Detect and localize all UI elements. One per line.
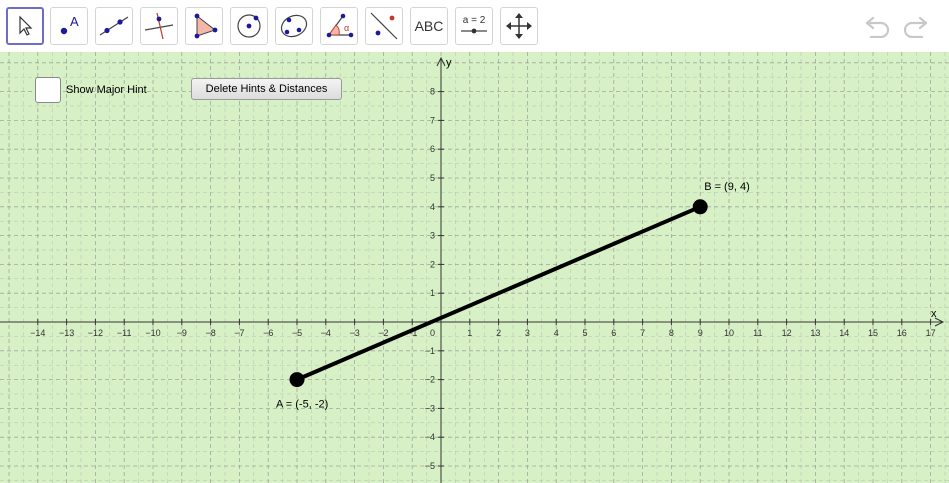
x-tick-label: −7 — [234, 328, 244, 338]
slider-icon: a = 2 — [461, 15, 487, 34]
angle-icon: α — [326, 13, 354, 38]
x-tick-label: 8 — [669, 328, 674, 338]
show-major-hint-label: Show Major Hint — [66, 84, 147, 96]
x-axis-label: x — [931, 308, 937, 320]
line-through-points-icon — [99, 16, 129, 36]
move-graphics-view-tool-button[interactable] — [500, 7, 538, 45]
point-tool-letter: A — [70, 14, 79, 29]
x-tick-label: 4 — [554, 328, 559, 338]
point-a — [289, 372, 305, 388]
x-tick-label: 12 — [782, 328, 792, 338]
point-a-label: A = (-5, -2) — [276, 399, 328, 411]
x-tick-label: 13 — [810, 328, 820, 338]
y-tick-label: 6 — [430, 144, 435, 154]
x-tick-label: 14 — [839, 328, 849, 338]
y-tick-label: 3 — [430, 231, 435, 241]
delete-hints-button[interactable]: Delete Hints & Distances — [191, 78, 342, 100]
y-tick-label: 2 — [430, 259, 435, 269]
y-tick-label: 8 — [430, 87, 435, 97]
x-tick-label: −14 — [30, 328, 45, 338]
y-tick-label: −5 — [425, 461, 435, 471]
show-major-hint-checkbox[interactable] — [35, 77, 61, 103]
point-tool-button[interactable]: A — [50, 7, 88, 45]
x-tick-label: −12 — [88, 328, 103, 338]
point-b-label: B = (9, 4) — [704, 181, 750, 193]
y-tick-label: 4 — [430, 202, 435, 212]
x-tick-label: −5 — [292, 328, 302, 338]
slider-tool-button[interactable]: a = 2 — [455, 7, 493, 45]
x-tick-label: −4 — [321, 328, 331, 338]
x-tick-label: −8 — [205, 328, 215, 338]
polygon-icon — [194, 13, 218, 39]
reflect-about-line-icon — [370, 12, 398, 40]
move-arrows-icon — [506, 13, 532, 39]
x-tick-label: 15 — [868, 328, 878, 338]
y-tick-label: −2 — [425, 375, 435, 385]
x-tick-label: −9 — [177, 328, 187, 338]
y-tick-label: −4 — [425, 432, 435, 442]
y-tick-label: 1 — [430, 288, 435, 298]
undo-icon[interactable] — [863, 14, 893, 38]
x-tick-label: −2 — [378, 328, 388, 338]
move-tool-button[interactable] — [6, 7, 44, 45]
x-tick-label: 7 — [640, 328, 645, 338]
point-icon: A — [60, 14, 79, 35]
x-tick-label: 5 — [582, 328, 587, 338]
x-tick-label: −3 — [349, 328, 359, 338]
slider-tool-label: a = 2 — [463, 15, 486, 26]
graphics-view[interactable]: x y −14 −13 −12 −11 −10 −9 −8 −7 −6 −5 −4 −3 −2 −1 0 1 2 3 4… — [0, 52, 949, 483]
x-tick-label: −13 — [59, 328, 74, 338]
redo-icon[interactable] — [900, 14, 930, 38]
line-tool-button[interactable] — [95, 7, 133, 45]
text-tool-label: ABC — [414, 18, 444, 34]
x-tick-label: 16 — [897, 328, 907, 338]
x-tick-label: 10 — [724, 328, 734, 338]
x-tick-label: 2 — [496, 328, 501, 338]
x-tick-label: 17 — [926, 328, 936, 338]
x-tick-label: −6 — [263, 328, 273, 338]
circle-tool-button[interactable] — [230, 7, 268, 45]
x-tick-label: 3 — [525, 328, 530, 338]
x-tick-label: 9 — [698, 328, 703, 338]
toolbar: A α ABC a = 2 — [0, 0, 949, 52]
y-tick-label: −1 — [425, 346, 435, 356]
y-tick-label: 7 — [430, 115, 435, 125]
angle-symbol: α — [344, 23, 349, 33]
x-tick-label: −11 — [117, 328, 132, 338]
x-tick-label: 1 — [467, 328, 472, 338]
ellipse-icon — [280, 14, 308, 38]
y-tick-label: −3 — [425, 403, 435, 413]
polygon-tool-button[interactable] — [185, 7, 223, 45]
circle-with-center-icon — [237, 14, 261, 38]
angle-tool-button[interactable]: α — [320, 7, 358, 45]
text-tool-button[interactable]: ABC — [410, 7, 448, 45]
conic-tool-button[interactable] — [275, 7, 313, 45]
x-tick-label: 0 — [430, 328, 435, 338]
perpendicular-line-tool-button[interactable] — [140, 7, 178, 45]
x-tick-label: −10 — [145, 328, 160, 338]
point-b — [692, 199, 708, 215]
x-tick-label: 11 — [753, 328, 762, 338]
perpendicular-line-icon — [144, 12, 174, 40]
y-tick-label: 5 — [430, 173, 435, 183]
cursor-arrow-icon — [19, 15, 33, 36]
x-tick-label: 6 — [611, 328, 616, 338]
reflect-tool-button[interactable] — [365, 7, 403, 45]
y-axis-label: y — [446, 57, 452, 69]
coordinate-plane[interactable]: xy−14 −13 −12 −11 −10 −9 −8 −7 −6 −5 −4 −3 −2 −1 0 1 2 3 4… — [0, 52, 949, 483]
